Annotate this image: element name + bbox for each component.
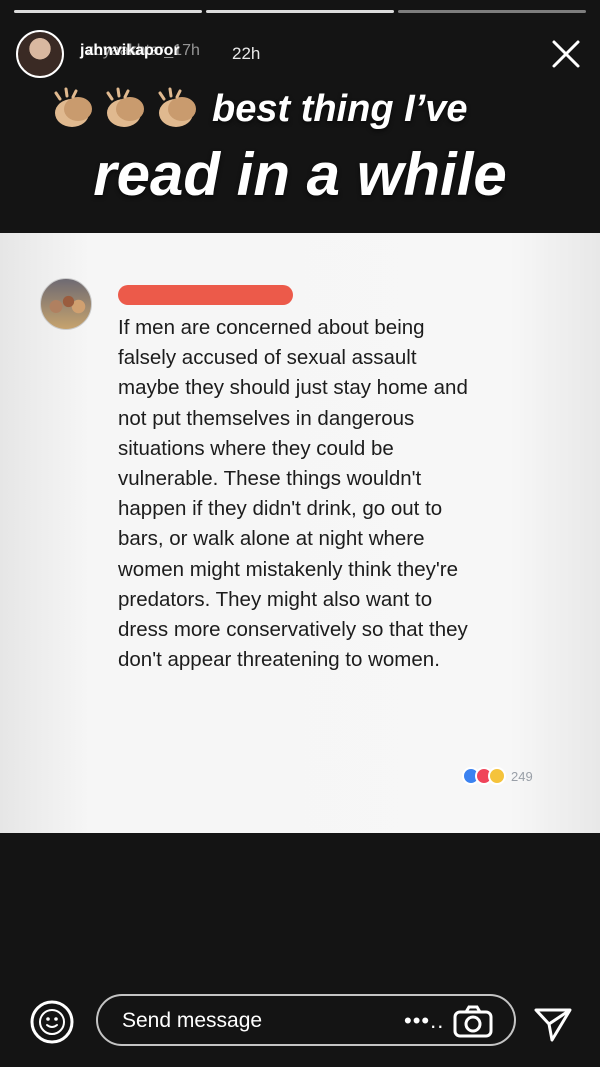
reaction-count: 249: [511, 768, 533, 784]
more-dots-icon: •••..: [404, 1008, 445, 1033]
story-timestamp: 22h: [232, 44, 261, 63]
close-icon[interactable]: [548, 36, 584, 72]
screenshot-post-card: If men are concerned about being falsely…: [0, 233, 600, 833]
reaction-summary[interactable]: 249: [462, 764, 533, 788]
clapping-hands-icon: [48, 87, 98, 131]
progress-segment: [14, 10, 202, 13]
send-icon[interactable]: [530, 1000, 576, 1046]
username-link[interactable]: zoyaakhtar_17h jahnvikapoor: [80, 42, 230, 66]
clapping-hands-icon: [152, 87, 202, 131]
haha-icon: [488, 767, 506, 785]
post-text: If men are concerned about being falsely…: [118, 316, 468, 672]
username: jahnvikapoor: [80, 42, 180, 59]
clapping-hands-icon: [100, 87, 150, 131]
send-message-input[interactable]: [122, 1008, 372, 1034]
redacted-author-name: [118, 285, 293, 305]
progress-segment: [398, 10, 586, 13]
caption-text-line-2: read in a while: [93, 141, 507, 208]
message-box: •••..: [96, 994, 516, 1046]
progress-segment: [206, 10, 394, 13]
camera-icon[interactable]: [452, 1004, 496, 1040]
user-avatar[interactable]: [16, 30, 64, 78]
caption-text-line-1: best thing I’ve: [212, 87, 468, 130]
story-progress-bar: [14, 10, 586, 13]
story-header: zoyaakhtar_17h jahnvikapoor 22h: [16, 30, 584, 80]
story-footer: •••..: [0, 990, 600, 1054]
group-photo-avatar: [40, 278, 92, 330]
smiley-icon[interactable]: [28, 998, 76, 1046]
caption-line-1: best thing I’ve: [48, 84, 560, 134]
